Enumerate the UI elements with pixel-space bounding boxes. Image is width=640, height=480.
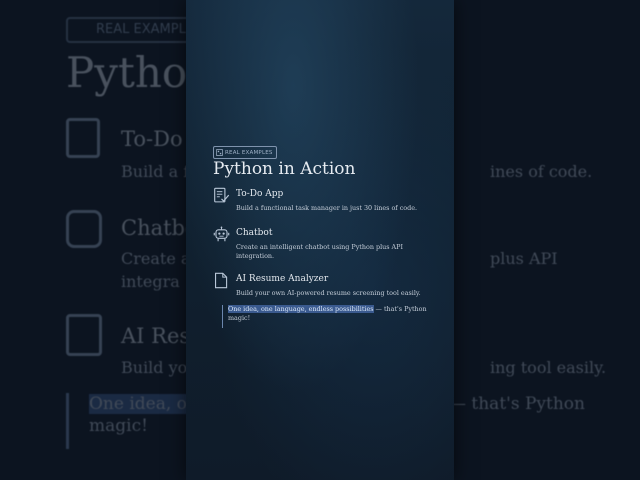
item-title: To-Do App — [236, 189, 284, 199]
background-item-title: To-Do — [121, 127, 183, 151]
background-item-desc: Build yo — [121, 358, 188, 377]
background-robot-icon — [66, 210, 102, 248]
background-item-desc-right: plus API — [490, 249, 558, 268]
real-examples-badge: REAL EXAMPLES — [213, 146, 277, 159]
background-item-desc: Create a — [121, 249, 191, 268]
item-title: AI Resume Analyzer — [236, 274, 329, 284]
background-badge: REAL EXAMPLES — [66, 17, 190, 43]
item-title: Chatbot — [236, 228, 273, 238]
item-description: Build your own AI-powered resume screeni… — [236, 289, 421, 297]
background-item-desc: Build a f — [121, 162, 190, 181]
background-item-desc-right: ing tool easily. — [490, 358, 607, 377]
background-item-desc: integra — [121, 272, 180, 291]
background-quote-left: One idea, on — [89, 394, 198, 414]
background-checklist-icon — [66, 118, 100, 158]
quote-highlight: One idea, one language, endless possibil… — [228, 305, 374, 313]
background-quote-right: — that's Python — [449, 394, 585, 414]
page-title: Python in Action — [213, 159, 356, 179]
closing-quote: One idea, one language, endless possibil… — [222, 305, 433, 328]
document-icon — [214, 272, 228, 289]
grid-icon — [216, 149, 223, 156]
checklist-icon — [214, 187, 230, 203]
item-description: Create an intelligent chatbot using Pyth… — [236, 243, 403, 260]
background-item-desc-right: ines of code. — [490, 162, 593, 181]
item-description: Build a functional task manager in just … — [236, 204, 418, 212]
robot-icon — [213, 226, 230, 242]
background-title: Pytho — [66, 48, 188, 97]
background-document-icon — [66, 314, 102, 356]
background-quote-line2: magic! — [89, 416, 148, 436]
content-card: REAL EXAMPLES Python in Action To-Do App… — [186, 0, 454, 480]
badge-label: REAL EXAMPLES — [225, 149, 273, 156]
